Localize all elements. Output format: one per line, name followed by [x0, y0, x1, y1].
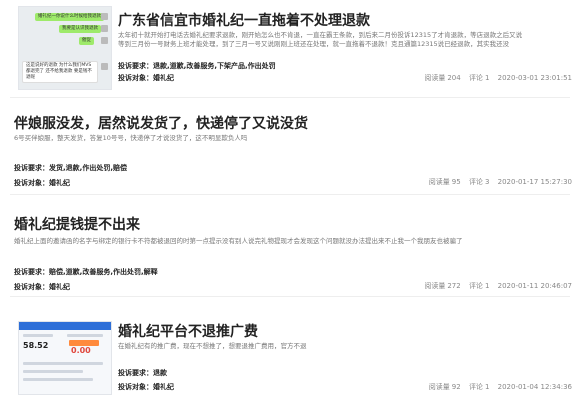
views-count: 92 [451, 383, 461, 391]
demand-value: 退款 [153, 369, 167, 377]
thumbnail-line [23, 378, 93, 381]
complaint-demand: 投诉要求：发货,退款,作出处罚,赔偿 [14, 163, 127, 173]
comments-count: 1 [484, 383, 490, 391]
complaint-target: 投诉对象：婚礼纪 [118, 73, 174, 83]
complaint-stats: 阅读量 92 评论 1 2020-01-04 12:34:36 [423, 382, 572, 392]
thumbnail-line [23, 362, 103, 365]
thumbnail-balance: 58.52 [23, 341, 49, 350]
thumbnail-line [23, 334, 53, 337]
demand-value: 发货,退款,作出处罚,赔偿 [49, 164, 127, 172]
complaint-summary: 6号买伴娘服，整天发货，答复10号号，快递停了才说没货了，这不明显欺负人吗 [14, 134, 248, 142]
complaint-demand: 投诉要求：赔偿,道歉,改善服务,作出处罚,解释 [14, 267, 158, 277]
demand-label: 投诉要求： [14, 164, 49, 172]
comments-count: 1 [484, 282, 490, 290]
complaint-title[interactable]: 婚礼纪提钱提不出来 [14, 214, 140, 234]
views-label: 阅读量 [424, 74, 446, 82]
target-value[interactable]: 婚礼纪 [49, 283, 70, 291]
views-count: 204 [447, 74, 461, 82]
avatar [101, 13, 108, 20]
chat-message: 这是说好的退款 为什么我们MVS都退完了 还不给我退款 要是钱不退呢 [22, 61, 98, 83]
complaint-summary: 在婚礼纪有的推广费，现在不想推了，想要退推广费用，官方不退 [118, 342, 307, 350]
comments-count: 3 [484, 178, 490, 186]
avatar [101, 37, 108, 44]
views-label: 阅读量 [424, 282, 446, 290]
complaint-item[interactable]: 婚礼纪提钱提不出来 婚礼纪上面的邀请函的名字与绑定的银行卡不符都被退回的时第一点… [0, 195, 580, 295]
complaint-target: 投诉对象：婚礼纪 [14, 178, 70, 188]
views-count: 272 [447, 282, 461, 290]
thumbnail-amount: 0.00 [71, 346, 91, 355]
comments-label: 评论 [468, 282, 483, 290]
comments-count: 1 [484, 74, 490, 82]
complaint-stats: 阅读量 95 评论 3 2020-01-17 15:27:30 [423, 177, 572, 187]
complaint-title[interactable]: 婚礼纪平台不退推广费 [118, 321, 258, 341]
target-label: 投诉对象： [118, 383, 153, 391]
complaint-stats: 阅读量 204 评论 1 2020-03-01 23:01:51 [418, 73, 572, 83]
views-count: 95 [451, 178, 461, 186]
complaint-summary: 婚礼纪上面的邀请函的名字与绑定的银行卡不符都被退回的时第一点提示没有别人说完礼物… [14, 237, 463, 245]
thumbnail-button [69, 340, 99, 346]
target-value[interactable]: 婚礼纪 [153, 74, 174, 82]
demand-label: 投诉要求： [14, 268, 49, 276]
demand-value: 赔偿,道歉,改善服务,作出处罚,解释 [49, 268, 158, 276]
demand-label: 投诉要求： [118, 62, 153, 70]
target-label: 投诉对象： [14, 283, 49, 291]
chat-message: 婚礼纪一你说什么时候给我退款 [35, 13, 104, 21]
chat-message: 我要是认识我退款 [59, 25, 101, 33]
comments-label: 评论 [468, 178, 483, 186]
thumbnail-header [19, 322, 111, 330]
complaint-demand: 投诉要求：退款,道歉,改善服务,下架产品,作出处罚 [118, 61, 276, 71]
complaint-demand: 投诉要求：退款 [118, 368, 167, 378]
complaint-target: 投诉对象：婚礼纪 [118, 382, 174, 392]
complaint-item[interactable]: 伴娘服没发，居然说发货了，快递停了又说没货 6号买伴娘服，整天发货，答复10号号… [0, 98, 580, 194]
timestamp: 2020-01-11 20:46:07 [497, 282, 572, 290]
views-label: 阅读量 [428, 383, 450, 391]
timestamp: 2020-01-04 12:34:36 [497, 383, 572, 391]
complaint-stats: 阅读量 272 评论 1 2020-01-11 20:46:07 [418, 281, 572, 291]
avatar [101, 63, 108, 70]
target-label: 投诉对象： [14, 179, 49, 187]
timestamp: 2020-03-01 23:01:51 [497, 74, 572, 82]
demand-value: 退款,道歉,改善服务,下架产品,作出处罚 [153, 62, 276, 70]
avatar [101, 25, 108, 32]
complaint-thumbnail[interactable]: 婚礼纪一你说什么时候给我退款 我要是认识我退款 催促 这是说好的退款 为什么我们… [18, 6, 112, 90]
comments-label: 评论 [468, 383, 483, 391]
complaint-item[interactable]: 58.52 0.00 婚礼纪平台不退推广费 在婚礼纪有的推广费，现在不想推了，想… [0, 297, 580, 401]
complaint-target: 投诉对象：婚礼纪 [14, 282, 70, 292]
complaint-summary: 等到三月份一号财务上班才能处理，到了三月一号又说刚刚上班还在处理，就一直拖着不退… [118, 40, 510, 48]
target-value[interactable]: 婚礼纪 [153, 383, 174, 391]
timestamp: 2020-01-17 15:27:30 [497, 178, 572, 186]
complaint-title[interactable]: 广东省信宜市婚礼纪一直拖着不处理退款 [118, 10, 370, 30]
demand-label: 投诉要求： [118, 369, 153, 377]
views-label: 阅读量 [428, 178, 450, 186]
comments-label: 评论 [468, 74, 483, 82]
target-label: 投诉对象： [118, 74, 153, 82]
complaint-thumbnail[interactable]: 58.52 0.00 [18, 321, 112, 395]
complaint-title[interactable]: 伴娘服没发，居然说发货了，快递停了又说没货 [14, 113, 308, 133]
thumbnail-line [23, 370, 83, 373]
complaint-item[interactable]: 婚礼纪一你说什么时候给我退款 我要是认识我退款 催促 这是说好的退款 为什么我们… [0, 0, 580, 97]
target-value[interactable]: 婚礼纪 [49, 179, 70, 187]
thumbnail-line [67, 334, 103, 337]
chat-message: 催促 [79, 37, 94, 45]
